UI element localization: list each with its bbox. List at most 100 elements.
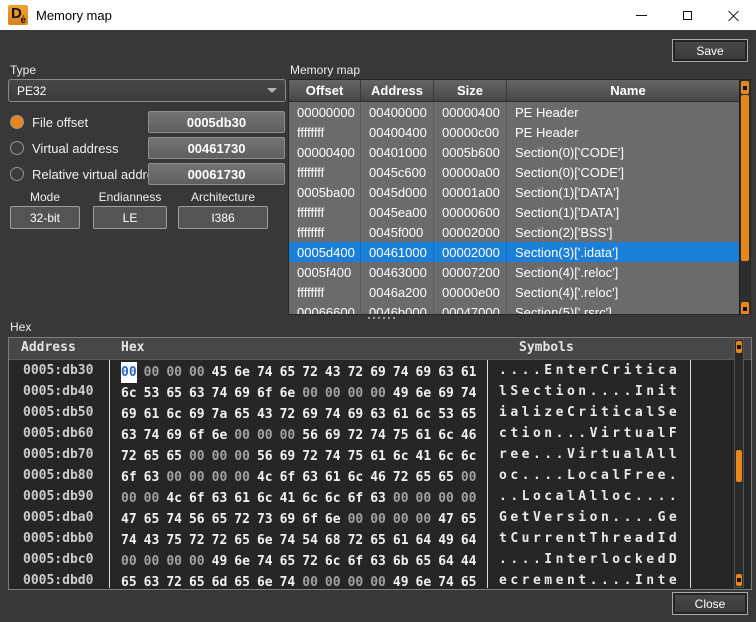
hex-symbols[interactable]: GetVersion....Ge bbox=[499, 507, 680, 528]
scrollbar-thumb[interactable] bbox=[741, 95, 749, 261]
hex-byte[interactable]: 6c bbox=[438, 425, 454, 446]
hex-symbols[interactable]: ction...VirtualF bbox=[499, 423, 680, 444]
hex-byte[interactable]: 41 bbox=[280, 488, 296, 509]
hex-byte[interactable]: 00 bbox=[370, 572, 386, 590]
hex-byte[interactable]: 75 bbox=[348, 446, 364, 467]
hex-byte[interactable]: 63 bbox=[212, 488, 228, 509]
hex-byte[interactable]: 65 bbox=[438, 467, 454, 488]
hex-byte[interactable]: 6e bbox=[325, 509, 341, 530]
hex-byte[interactable]: 6c bbox=[325, 488, 341, 509]
hex-byte[interactable]: 63 bbox=[144, 467, 160, 488]
hex-byte[interactable]: 72 bbox=[302, 362, 318, 383]
hex-byte[interactable]: 65 bbox=[212, 509, 228, 530]
hex-byte[interactable]: 49 bbox=[393, 383, 409, 404]
hex-byte[interactable]: 74 bbox=[144, 425, 160, 446]
hex-byte[interactable]: 00 bbox=[166, 551, 182, 572]
hex-byte[interactable]: 53 bbox=[438, 404, 454, 425]
hex-byte[interactable]: 65 bbox=[416, 551, 432, 572]
hex-byte[interactable]: 6e bbox=[280, 383, 296, 404]
hex-byte[interactable]: 72 bbox=[302, 446, 318, 467]
hex-byte[interactable]: 00 bbox=[257, 425, 273, 446]
hex-byte[interactable]: 6c bbox=[461, 446, 477, 467]
hex-byte[interactable]: 6c bbox=[393, 446, 409, 467]
column-header-address[interactable]: Address bbox=[361, 80, 434, 102]
hex-byte[interactable]: 00 bbox=[461, 467, 477, 488]
hex-byte[interactable]: 63 bbox=[144, 572, 160, 590]
hex-byte[interactable]: 68 bbox=[325, 530, 341, 551]
radio-file-offset[interactable]: File offset bbox=[10, 111, 88, 133]
hex-byte[interactable]: 65 bbox=[280, 362, 296, 383]
hex-byte[interactable]: 74 bbox=[257, 362, 273, 383]
hex-byte[interactable]: 00 bbox=[166, 467, 182, 488]
hex-byte[interactable]: 72 bbox=[212, 530, 228, 551]
hex-byte[interactable]: 74 bbox=[280, 572, 296, 590]
hex-byte[interactable]: 4c bbox=[257, 467, 273, 488]
hex-byte[interactable]: 00 bbox=[189, 446, 205, 467]
hex-byte[interactable]: 00 bbox=[121, 488, 137, 509]
hex-byte[interactable]: 74 bbox=[166, 509, 182, 530]
hex-symbols[interactable]: ....EnterCritica bbox=[499, 360, 680, 381]
hex-byte[interactable]: 6b bbox=[393, 551, 409, 572]
hex-byte[interactable]: 65 bbox=[234, 404, 250, 425]
hex-byte[interactable]: 61 bbox=[144, 404, 160, 425]
table-row[interactable]: ffffffff0040040000000c00PE Header bbox=[289, 122, 750, 142]
hex-byte[interactable]: 74 bbox=[370, 425, 386, 446]
splitter-handle[interactable] bbox=[368, 317, 395, 319]
hex-byte[interactable]: 47 bbox=[438, 509, 454, 530]
hex-byte[interactable]: 6e bbox=[234, 551, 250, 572]
hex-byte[interactable]: 69 bbox=[121, 404, 137, 425]
hex-byte[interactable]: 6c bbox=[121, 383, 137, 404]
hex-byte[interactable]: 00 bbox=[144, 551, 160, 572]
hex-byte[interactable]: 41 bbox=[416, 446, 432, 467]
hex-byte[interactable]: 63 bbox=[438, 362, 454, 383]
hex-byte[interactable]: 63 bbox=[189, 383, 205, 404]
hex-byte[interactable]: 69 bbox=[302, 404, 318, 425]
hex-byte[interactable]: 00 bbox=[121, 551, 137, 572]
table-row[interactable]: ffffffff0046a20000000e00Section(4)['.rel… bbox=[289, 282, 750, 302]
hex-byte[interactable]: 00 bbox=[302, 383, 318, 404]
hex-byte[interactable]: 61 bbox=[325, 467, 341, 488]
hex-symbols[interactable]: ree...VirtualAll bbox=[499, 444, 680, 465]
hex-symbols[interactable]: tCurrentThreadId bbox=[499, 528, 680, 549]
hex-byte[interactable]: 00 bbox=[234, 425, 250, 446]
table-row[interactable]: ffffffff0045ea0000000600Section(1)['DATA… bbox=[289, 202, 750, 222]
hex-byte[interactable]: 74 bbox=[121, 530, 137, 551]
hex-byte[interactable]: 43 bbox=[144, 530, 160, 551]
hex-byte[interactable]: 00 bbox=[416, 488, 432, 509]
hex-byte[interactable]: 00 bbox=[461, 488, 477, 509]
hex-byte[interactable]: 64 bbox=[461, 530, 477, 551]
hex-byte[interactable]: 6c bbox=[302, 488, 318, 509]
scrollbar-thumb[interactable] bbox=[736, 450, 742, 482]
hex-byte[interactable]: 63 bbox=[370, 551, 386, 572]
hex-byte[interactable]: 61 bbox=[393, 404, 409, 425]
hex-byte[interactable]: 00 bbox=[416, 509, 432, 530]
hex-byte[interactable]: 6c bbox=[166, 404, 182, 425]
hex-byte[interactable]: 43 bbox=[257, 404, 273, 425]
column-header-offset[interactable]: Offset bbox=[289, 80, 361, 102]
hex-byte[interactable]: 72 bbox=[166, 572, 182, 590]
table-row[interactable]: 000000000040000000000400PE Header bbox=[289, 102, 750, 122]
hex-byte[interactable]: 65 bbox=[416, 467, 432, 488]
hex-byte[interactable]: 73 bbox=[257, 509, 273, 530]
hex-byte[interactable]: 69 bbox=[438, 383, 454, 404]
hex-byte[interactable]: 00 bbox=[234, 446, 250, 467]
hex-byte[interactable]: 6f bbox=[348, 551, 364, 572]
hex-byte[interactable]: 75 bbox=[393, 425, 409, 446]
hex-byte[interactable]: 72 bbox=[393, 467, 409, 488]
table-row[interactable]: 0005ba000045d00000001a00Section(1)['DATA… bbox=[289, 182, 750, 202]
dialog-close-button[interactable]: Close bbox=[672, 592, 748, 615]
hex-byte[interactable]: 74 bbox=[280, 530, 296, 551]
hex-byte[interactable]: 65 bbox=[280, 551, 296, 572]
hex-byte[interactable]: 72 bbox=[189, 530, 205, 551]
hex-byte[interactable]: 72 bbox=[280, 404, 296, 425]
hex-byte[interactable]: 6f bbox=[189, 488, 205, 509]
hex-byte[interactable]: 65 bbox=[144, 509, 160, 530]
hex-byte[interactable]: 72 bbox=[348, 530, 364, 551]
radio-virtual-address[interactable]: Virtual address bbox=[10, 137, 118, 159]
hex-byte[interactable]: 72 bbox=[234, 509, 250, 530]
hex-byte[interactable]: 6c bbox=[257, 488, 273, 509]
hex-byte[interactable]: 45 bbox=[212, 362, 228, 383]
hex-byte[interactable]: 74 bbox=[438, 572, 454, 590]
hex-byte[interactable]: 6f bbox=[257, 383, 273, 404]
hex-byte[interactable]: 00 bbox=[212, 467, 228, 488]
